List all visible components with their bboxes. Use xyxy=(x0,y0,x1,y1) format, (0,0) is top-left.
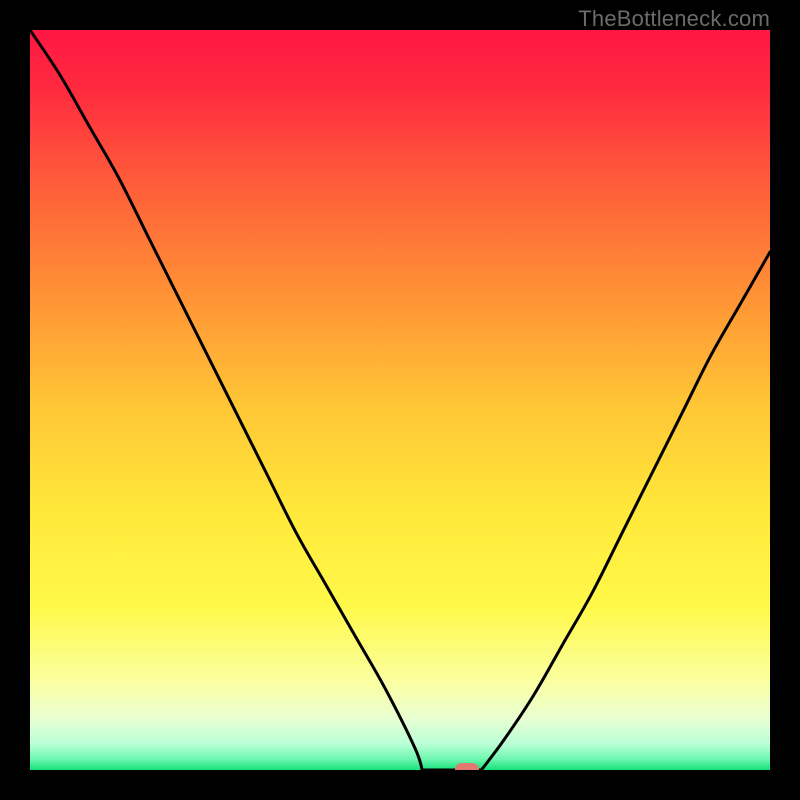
bottleneck-curve xyxy=(30,30,770,770)
chart-frame: TheBottleneck.com xyxy=(0,0,800,800)
curve-layer xyxy=(30,30,770,770)
plot-area xyxy=(30,30,770,770)
optimal-marker xyxy=(455,763,479,770)
watermark-text: TheBottleneck.com xyxy=(578,6,770,32)
